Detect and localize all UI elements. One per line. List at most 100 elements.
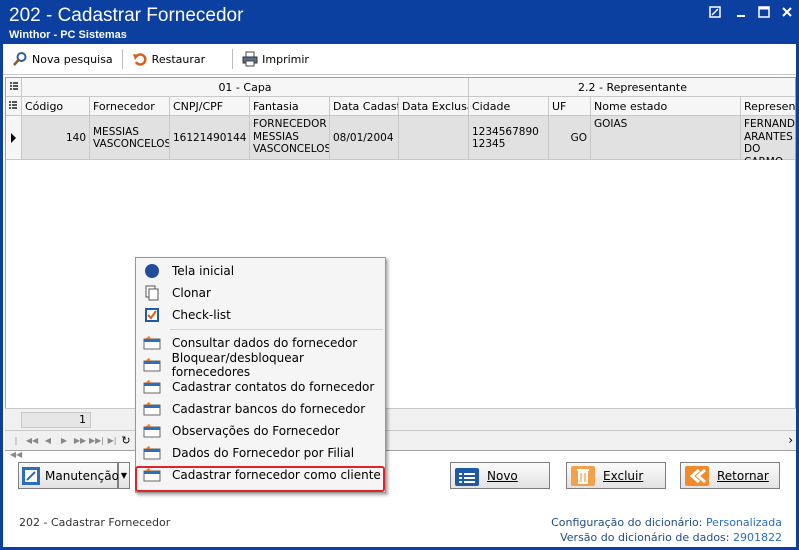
column-header-fornecedor[interactable]: Fornecedor xyxy=(90,97,170,116)
window-title: 202 - Cadastrar Fornecedor xyxy=(9,5,244,26)
toolbar-divider xyxy=(232,49,234,69)
cell-uf[interactable]: GO xyxy=(549,116,591,160)
menu-item-label: Check-list xyxy=(172,308,231,322)
new-search-label: Nova pesquisa xyxy=(32,52,113,66)
search-icon xyxy=(12,51,28,67)
column-header-representante[interactable]: Representante xyxy=(741,97,795,116)
copy-icon xyxy=(141,284,163,302)
maximize-icon[interactable] xyxy=(757,6,771,20)
scroll-right-icon[interactable]: › xyxy=(788,433,793,447)
column-header-uf[interactable]: UF xyxy=(549,97,591,116)
menu-item-bloquear[interactable]: Bloquear/desbloquear fornecedores xyxy=(138,351,383,379)
menu-item-label: Cadastrar contatos do fornecedor xyxy=(172,380,375,394)
checkbox-icon xyxy=(141,306,163,324)
dictionary-version-value: 2901822 xyxy=(733,531,782,544)
maintenance-context-menu: Tela inicial Clonar Check-list Consultar… xyxy=(135,257,386,493)
delete-label: Excluir xyxy=(603,468,644,483)
maintenance-label: Manutenção xyxy=(45,468,119,483)
dictionary-config: Configuração do dicionário: Personalizad… xyxy=(551,516,782,529)
menu-item-label: Dados do Fornecedor por Filial xyxy=(172,446,355,460)
compass-icon xyxy=(141,262,163,280)
cell-codigo[interactable]: 140 xyxy=(22,116,90,160)
restore-window-icon[interactable] xyxy=(708,6,722,20)
next-record-icon[interactable]: ▶ xyxy=(57,434,71,448)
menu-item-label: Observações do Fornecedor xyxy=(172,424,340,438)
grid-band-row: 01 - Capa 2.2 - Representante xyxy=(6,78,795,97)
cell-data-exclusao[interactable] xyxy=(399,116,469,160)
menu-item-label: Bloquear/desbloquear fornecedores xyxy=(171,351,304,379)
column-header-codigo[interactable]: Código xyxy=(22,97,90,116)
supplier-grid[interactable]: 01 - Capa 2.2 - Representante Código For… xyxy=(5,77,796,451)
column-header-fantasia[interactable]: Fantasia xyxy=(250,97,330,116)
application-window: 202 - Cadastrar Fornecedor Winthor - PC … xyxy=(0,0,799,550)
menu-item-tela-inicial[interactable]: Tela inicial xyxy=(138,260,383,282)
restore-label: Restaurar xyxy=(151,52,206,66)
delete-button[interactable]: Excluir xyxy=(566,462,666,489)
dictionary-version: Versão do dicionário de dados: 2901822 xyxy=(560,531,782,544)
trash-icon xyxy=(569,463,597,488)
column-chooser-icon[interactable] xyxy=(6,78,22,97)
column-header-nome-estado[interactable]: Nome estado xyxy=(591,97,741,116)
minimize-icon[interactable] xyxy=(734,6,748,20)
cell-nome-estado[interactable]: GOIAS xyxy=(591,116,741,160)
previous-record-icon[interactable]: ◀ xyxy=(41,434,55,448)
next-page-icon[interactable]: ▶▶ xyxy=(73,434,87,448)
first-page-icon[interactable]: |◀◀ xyxy=(9,434,23,459)
cell-cidade[interactable]: 123456789012345 xyxy=(469,116,549,160)
toolbar-divider xyxy=(121,49,123,69)
cell-fantasia[interactable]: FORNECEDOR MESSIAS VASCONCELOS xyxy=(250,116,330,160)
menu-item-label: Cadastrar bancos do fornecedor xyxy=(172,402,366,416)
action-bar: Manutenção ▼ Novo Excluir Retornar xyxy=(3,458,796,498)
column-header-data-cadastro[interactable]: Data Cadastro xyxy=(330,97,399,116)
menu-separator xyxy=(170,329,383,330)
menu-item-contatos[interactable]: Cadastrar contatos do fornecedor xyxy=(138,376,383,398)
menu-item-bancos[interactable]: Cadastrar bancos do fornecedor xyxy=(138,398,383,420)
previous-page-icon[interactable]: ◀◀ xyxy=(25,434,39,448)
row-indicator xyxy=(6,116,22,159)
menu-item-check-list[interactable]: Check-list xyxy=(138,304,383,326)
menu-item-label: Clonar xyxy=(172,286,211,300)
cell-cnpj[interactable]: 16121490144 xyxy=(170,116,250,160)
window-form-icon xyxy=(141,334,163,352)
restore-button[interactable]: Restaurar xyxy=(127,47,210,71)
menu-item-dados-filial[interactable]: Dados do Fornecedor por Filial xyxy=(138,442,383,464)
cell-representante[interactable]: FERNANDO ARANTES DO CARMO xyxy=(741,116,795,160)
table-row[interactable]: 140 MESSIAS VASCONCELOS 16121490144 FORN… xyxy=(6,116,795,160)
window-form-icon xyxy=(141,356,163,374)
last-page-icon[interactable]: ▶▶| xyxy=(89,434,104,448)
column-header-cnpj[interactable]: CNPJ/CPF xyxy=(170,97,250,116)
menu-item-observacoes[interactable]: Observações do Fornecedor xyxy=(138,420,383,442)
row-chooser-icon[interactable] xyxy=(6,97,22,116)
maintenance-dropdown-icon[interactable]: ▼ xyxy=(118,462,130,489)
print-label: Imprimir xyxy=(262,52,309,66)
band-representante: 2.2 - Representante xyxy=(469,78,795,97)
page-counter: 1 xyxy=(21,412,91,428)
window-form-icon xyxy=(141,444,163,462)
title-bar[interactable]: 202 - Cadastrar Fornecedor Winthor - PC … xyxy=(3,0,796,44)
cell-fornecedor[interactable]: MESSIAS VASCONCELOS xyxy=(90,116,170,160)
new-search-button[interactable]: Nova pesquisa xyxy=(7,47,118,71)
back-arrow-icon xyxy=(683,463,711,488)
client-area: Nova pesquisa Restaurar Imprimir 01 - Ca… xyxy=(3,44,796,547)
menu-item-clonar[interactable]: Clonar xyxy=(138,282,383,304)
grid-navigator: |◀◀ ◀◀ ◀ ▶ ▶▶ ▶▶| ▶| ↻ › xyxy=(5,430,796,459)
close-icon[interactable] xyxy=(780,6,794,20)
cell-data-cadastro[interactable]: 08/01/2004 xyxy=(330,116,399,160)
new-button[interactable]: Novo xyxy=(450,462,550,489)
highlight-annotation xyxy=(135,466,385,492)
refresh-icon[interactable]: ↻ xyxy=(119,434,133,448)
maintenance-button[interactable]: Manutenção xyxy=(18,462,119,489)
last-record-icon[interactable]: ▶| xyxy=(105,434,119,448)
dictionary-config-label: Configuração do dicionário: xyxy=(551,516,703,529)
column-header-data-exclusao[interactable]: Data Exclusão xyxy=(399,97,469,116)
new-label: Novo xyxy=(487,468,518,483)
window-form-icon xyxy=(141,378,163,396)
print-button[interactable]: Imprimir xyxy=(237,47,314,71)
return-button[interactable]: Retornar xyxy=(680,462,780,489)
undo-icon xyxy=(132,51,148,67)
window-form-icon xyxy=(141,400,163,418)
column-header-cidade[interactable]: Cidade xyxy=(469,97,549,116)
band-capa: 01 - Capa xyxy=(22,78,469,97)
dictionary-config-value: Personalizada xyxy=(705,516,782,529)
window-form-icon xyxy=(141,422,163,440)
